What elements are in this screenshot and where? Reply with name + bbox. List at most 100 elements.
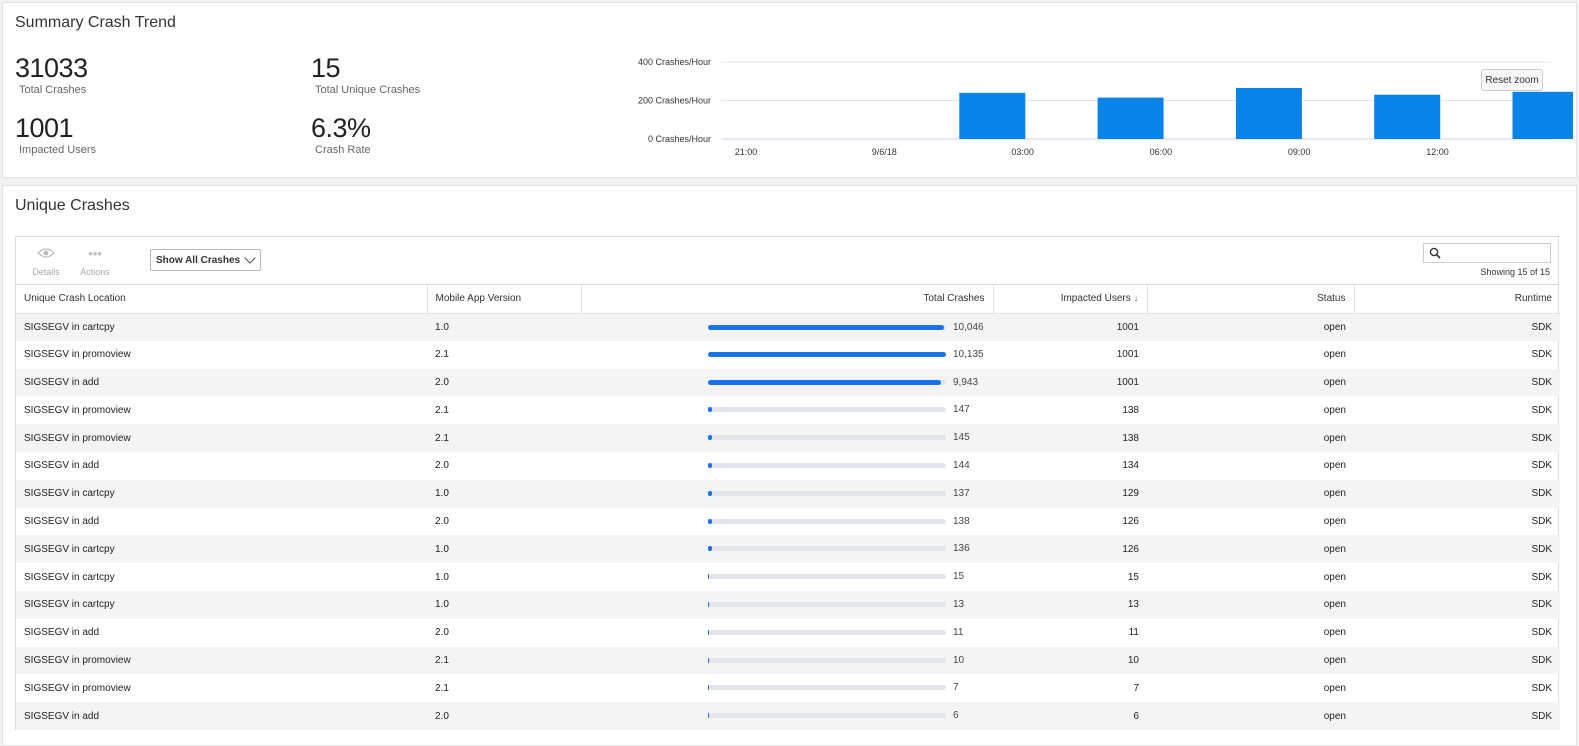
cell-version: 2.0 [435,460,449,472]
actions-button[interactable]: ••• Actions [75,247,115,278]
stat-value: 15 [311,53,341,83]
cell-location[interactable]: SIGSEGV in add [16,452,427,480]
details-label: Details [32,267,60,277]
cell-runtime: SDK [1531,488,1552,500]
column-header-version[interactable]: Mobile App Version [427,285,582,314]
cell-status: open [1323,460,1346,472]
cell-location[interactable]: SIGSEGV in cartcpy [16,535,427,563]
table-row[interactable]: SIGSEGV in promoview 2.1 10,135 1001 open SDK [16,341,1560,369]
crash-bar-fill [708,407,712,413]
cell-runtime: SDK [1531,627,1552,639]
table-row[interactable]: SIGSEGV in promoview 2.1 147 138 open SDK [16,396,1560,424]
chevron-down-icon [244,252,256,264]
cell-version: 2.0 [435,627,449,639]
summary-crash-trend-panel: Summary Crash Trend 31033 Total Crashes … [2,2,1577,178]
cell-total-crashes: 144 [581,452,993,480]
cell-impacted-users: 126 [1122,543,1139,555]
cell-location[interactable]: SIGSEGV in add [16,702,427,730]
cell-runtime: SDK [1531,460,1552,472]
cell-status: open [1323,488,1346,500]
cell-location[interactable]: SIGSEGV in add [16,619,427,647]
cell-version: 1.0 [435,599,449,611]
column-header-runtime[interactable]: Runtime [1354,285,1560,314]
cell-location[interactable]: SIGSEGV in cartcpy [16,591,427,619]
column-header-location[interactable]: Unique Crash Location [16,285,428,314]
crash-bar-track [708,574,946,580]
cell-runtime: SDK [1531,432,1552,444]
cell-total-crashes: 15 [581,563,993,591]
cell-impacted-users: 126 [1122,515,1139,527]
cell-total-crashes: 9,943 [581,369,993,397]
crash-bar-track [708,407,946,413]
reset-zoom-button[interactable]: Reset zoom [1481,69,1543,91]
table-row[interactable]: SIGSEGV in cartcpy 1.0 10,046 1001 open SDK [16,313,1560,341]
cell-location[interactable]: SIGSEGV in promoview [16,424,427,452]
cell-location[interactable]: SIGSEGV in promoview [16,396,427,424]
column-header-status[interactable]: Status [1147,285,1355,314]
cell-impacted-users: 138 [1122,404,1139,416]
cell-location[interactable]: SIGSEGV in add [16,508,427,536]
details-button[interactable]: Details [26,247,66,277]
stat-label: Total Unique Crashes [315,84,421,96]
crash-count: 136 [953,543,970,555]
cell-location[interactable]: SIGSEGV in cartcpy [16,563,427,591]
crash-count: 145 [953,432,970,444]
cell-status: open [1323,710,1346,722]
cell-status: open [1323,682,1346,694]
chart-bar [959,92,1026,139]
crash-count: 11 [953,626,964,638]
cell-version: 1.0 [435,488,449,500]
column-header-total-crashes[interactable]: Total Crashes [581,285,994,314]
unique-crashes-panel: Unique Crashes Details ••• Actions Show … [2,185,1577,746]
cell-location[interactable]: SIGSEGV in promoview [16,674,427,702]
y-tick-label: 0 Crashes/Hour [648,134,711,144]
cell-location[interactable]: SIGSEGV in add [16,369,427,397]
cell-version: 2.1 [435,404,449,416]
chart-bar [1374,94,1441,139]
crash-bar-track [708,324,946,330]
crash-bar-track [708,435,946,441]
crash-count: 6 [953,710,959,722]
table-row[interactable]: SIGSEGV in add 2.0 144 134 open SDK [16,452,1560,480]
cell-total-crashes: 145 [581,424,993,452]
table-row[interactable]: SIGSEGV in add 2.0 9,943 1001 open SDK [16,368,1560,397]
cell-impacted-users: 7 [1133,682,1139,694]
cell-impacted-users: 1001 [1116,321,1139,333]
cell-location[interactable]: SIGSEGV in cartcpy [16,313,427,341]
table-row[interactable]: SIGSEGV in add 2.0 138 126 open SDK [16,508,1560,536]
table-row[interactable]: SIGSEGV in promoview 2.1 145 138 open SDK [16,424,1560,452]
impacted-users-header-label: Impacted Users [1060,293,1131,305]
cell-version: 1.0 [435,543,449,555]
table-row[interactable]: SIGSEGV in cartcpy 1.0 136 126 open SDK [16,535,1560,564]
table-row[interactable]: SIGSEGV in cartcpy 1.0 13 13 open SDK [16,590,1560,619]
crashes-table-container: Details ••• Actions Show All Crashes Sho… [15,236,1560,730]
showing-count: Showing 15 of 15 [1480,267,1550,277]
cell-location[interactable]: SIGSEGV in cartcpy [16,480,427,508]
cell-location[interactable]: SIGSEGV in promoview [16,647,427,675]
crash-count: 10,135 [953,348,984,360]
table-row[interactable]: SIGSEGV in promoview 2.1 7 7 open SDK [16,674,1560,702]
crash-bar-fill [708,574,709,580]
table-row[interactable]: SIGSEGV in promoview 2.1 10 10 open SDK [16,646,1560,675]
cell-runtime: SDK [1531,682,1552,694]
x-tick-label: 9/6/18 [872,147,897,157]
crash-filter-dropdown[interactable]: Show All Crashes [150,249,261,271]
search-input[interactable] [1423,243,1551,263]
table-row[interactable]: SIGSEGV in add 2.0 6 6 open SDK [16,702,1560,730]
column-header-impacted-users[interactable]: Impacted Users ↓ [993,285,1148,314]
summary-title: Summary Crash Trend [15,14,176,31]
crash-count: 144 [953,459,970,471]
crash-bar-fill [708,490,712,496]
cell-version: 2.0 [435,515,449,527]
table-row[interactable]: SIGSEGV in cartcpy 1.0 15 15 open SDK [16,563,1560,591]
table-row[interactable]: SIGSEGV in cartcpy 1.0 137 129 open SDK [16,479,1560,508]
crash-count: 13 [953,598,965,610]
table-row[interactable]: SIGSEGV in add 2.0 11 11 open SDK [16,619,1560,647]
cell-runtime: SDK [1531,321,1552,333]
crash-trend-chart[interactable]: 0 Crashes/Hour 200 Crashes/Hour 400 Crashe… [623,43,1573,173]
cell-version: 2.0 [435,710,449,722]
cell-version: 2.0 [435,376,449,388]
x-tick-label: 06:00 [1150,147,1173,157]
cell-impacted-users: 134 [1122,460,1139,472]
cell-location[interactable]: SIGSEGV in promoview [16,341,427,369]
